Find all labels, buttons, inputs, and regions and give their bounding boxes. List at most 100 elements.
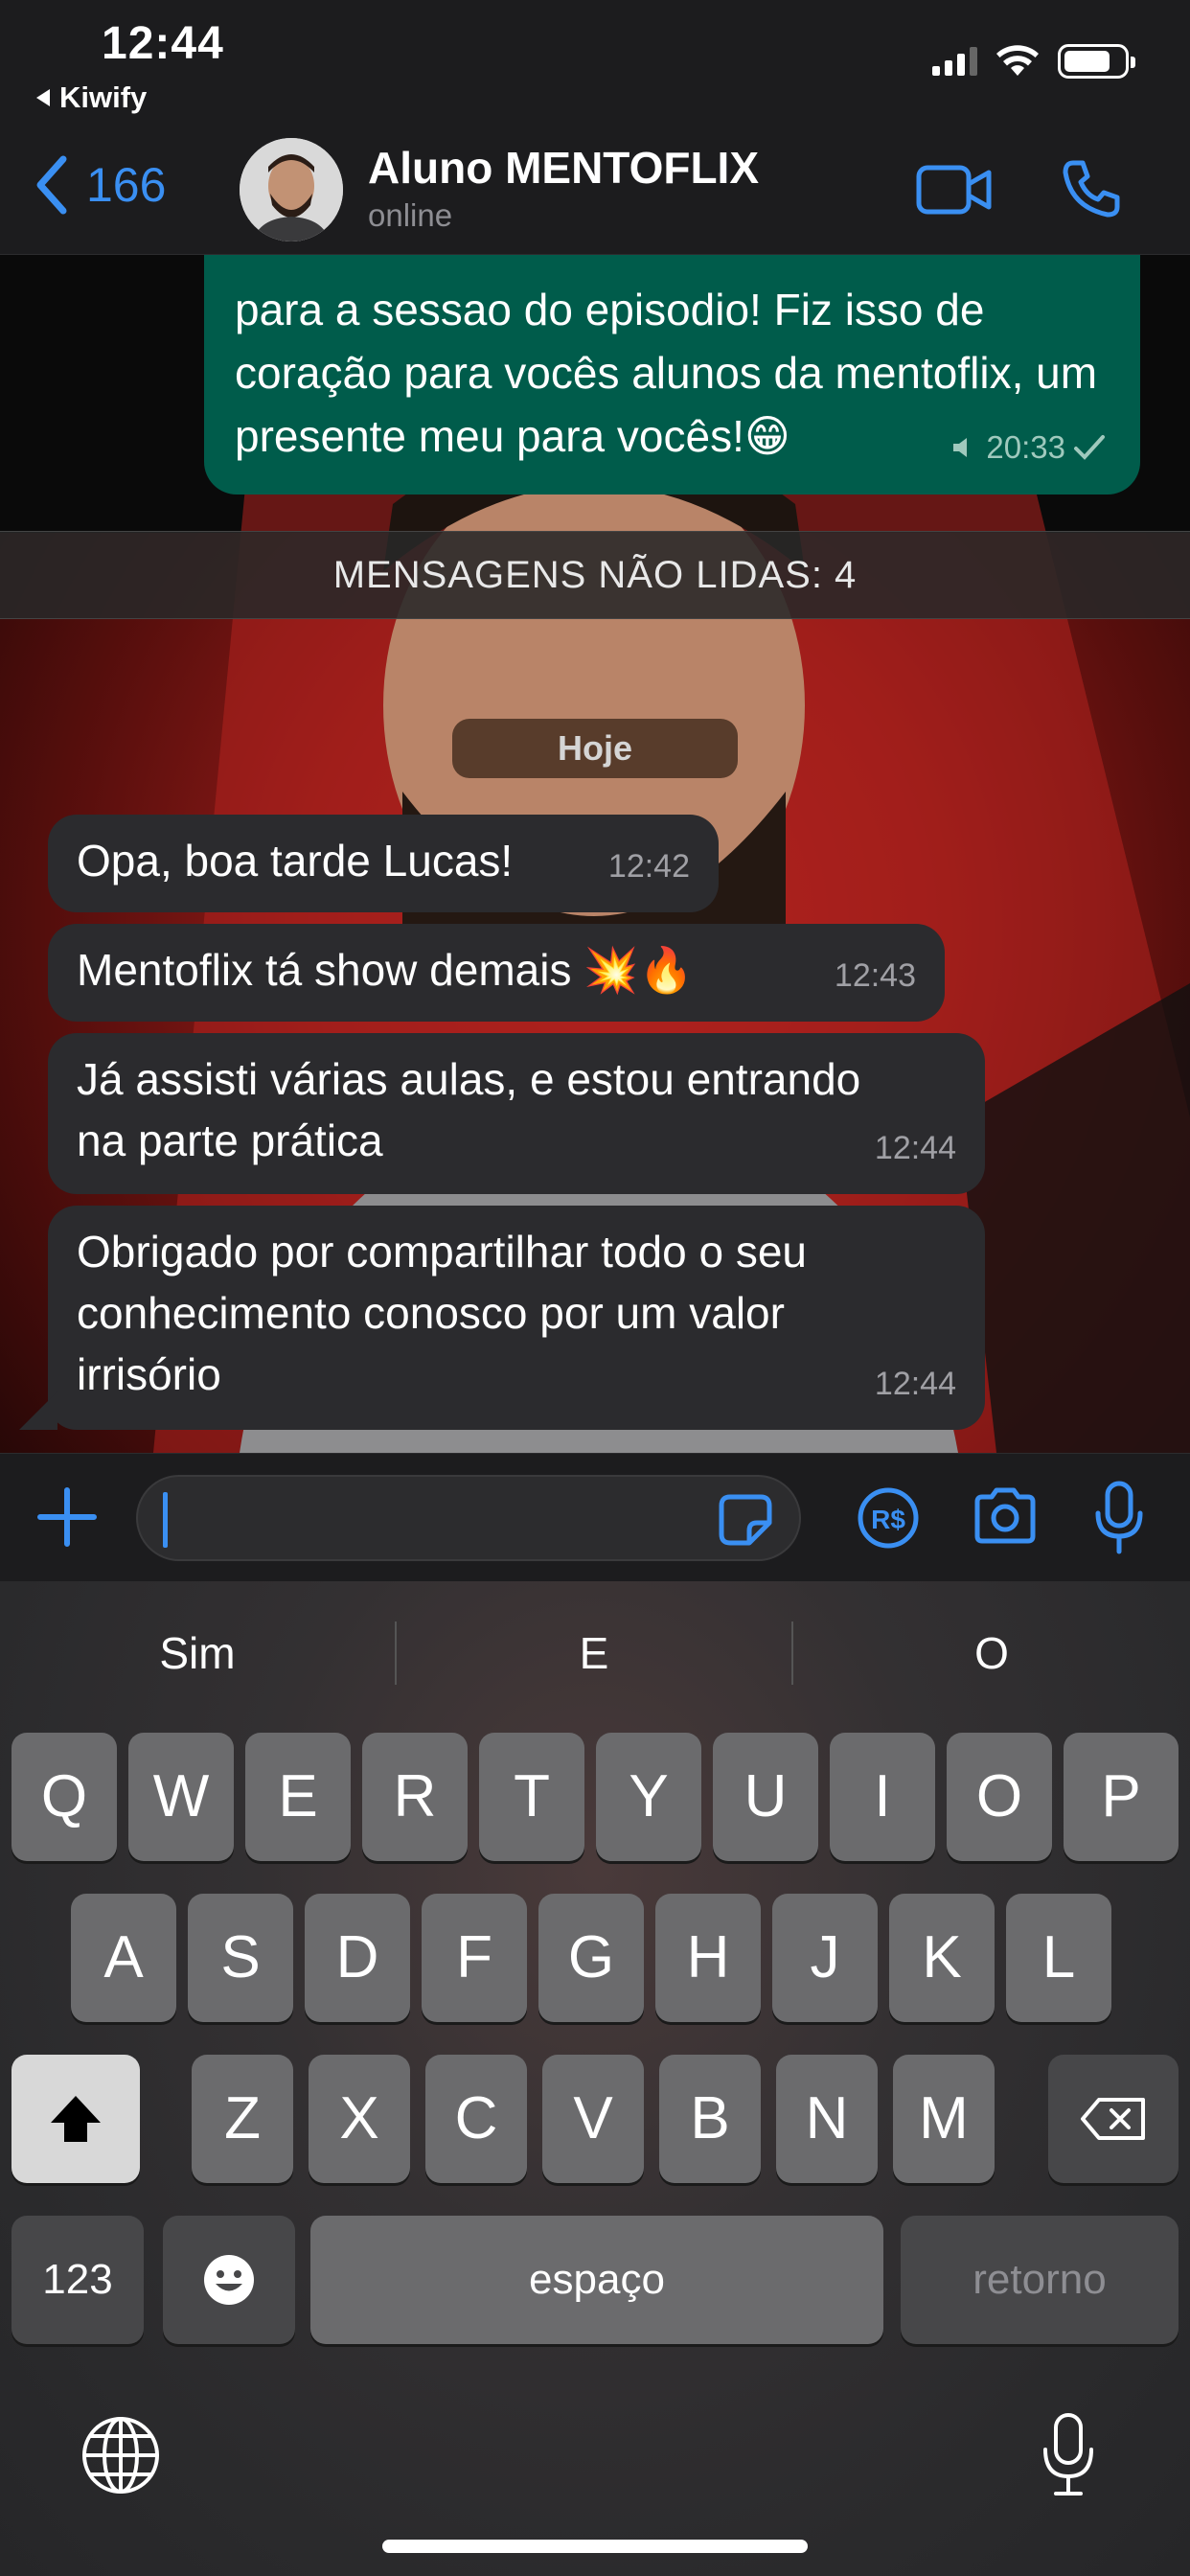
key-g[interactable]: G [538,1894,644,2022]
suggestion-bar: Sim E O [0,1581,1190,1725]
shift-arrow-icon [51,2096,101,2142]
globe-button[interactable] [80,2415,161,2500]
avatar-image [240,138,343,242]
voice-call-button[interactable] [1062,159,1121,223]
back-triangle-icon [36,89,50,106]
back-app-label: Kiwify [59,80,148,114]
incoming-message-bubble[interactable]: Já assisti várias aulas, e estou entrand… [48,1033,985,1194]
key-d[interactable]: D [305,1894,410,2022]
shift-key[interactable] [11,2055,140,2183]
video-call-button[interactable] [916,163,993,221]
key-v[interactable]: V [542,2055,644,2183]
back-to-app-link[interactable]: Kiwify [36,80,147,115]
chevron-left-icon [36,155,67,215]
wifi-icon [996,45,1039,76]
chat-header: 166 Aluno MENTOFLIX online [0,134,1190,249]
key-j[interactable]: J [772,1894,878,2022]
battery-icon [1058,44,1135,79]
key-i[interactable]: I [830,1733,935,1861]
incoming-message-time: 12:43 [834,957,916,994]
key-b[interactable]: B [659,2055,761,2183]
voice-message-button[interactable] [1092,1481,1146,1560]
suggestion-item[interactable]: Sim [0,1581,395,1725]
sent-check-icon [1074,435,1105,460]
incoming-message-time: 12:44 [874,1130,956,1166]
plus-icon [37,1487,97,1547]
back-count: 166 [86,158,167,212]
suggestion-item[interactable]: E [397,1581,791,1725]
incoming-message-bubble[interactable]: Opa, boa tarde Lucas! 12:42 [48,815,719,912]
key-l[interactable]: L [1006,1894,1111,2022]
incoming-message-bubble[interactable]: Mentoflix tá show demais 💥🔥 12:43 [48,924,945,1022]
key-k[interactable]: K [889,1894,995,2022]
phone-icon [1063,160,1120,218]
chat-area[interactable]: para a sessao do episodio! Fiz isso de c… [0,255,1190,1453]
key-o[interactable]: O [947,1733,1052,1861]
speaker-icon [953,438,968,457]
key-u[interactable]: U [713,1733,818,1861]
key-n[interactable]: N [776,2055,878,2183]
delete-key[interactable] [1048,2055,1179,2183]
outgoing-message-bubble[interactable]: para a sessao do episodio! Fiz isso de c… [204,255,1140,494]
emoji-icon [204,2255,254,2305]
return-key-label: retorno [973,2256,1107,2303]
camera-button[interactable] [972,1486,1039,1551]
key-m[interactable]: M [893,2055,995,2183]
incoming-message-text: Opa, boa tarde Lucas! [77,836,514,886]
key-h[interactable]: H [655,1894,761,2022]
incoming-message-text: Mentoflix tá show demais 💥🔥 [77,945,694,995]
contact-avatar[interactable] [240,138,343,242]
attach-button[interactable] [36,1486,98,1552]
key-p[interactable]: P [1064,1733,1179,1861]
contact-name[interactable]: Aluno MENTOFLIX [368,142,759,194]
outgoing-message-meta: 20:33 [951,416,1106,479]
key-e[interactable]: E [245,1733,351,1861]
text-cursor [163,1492,168,1548]
key-q[interactable]: Q [11,1733,117,1861]
key-x[interactable]: X [309,2055,410,2183]
key-w[interactable]: W [128,1733,234,1861]
svg-text:R$: R$ [871,1505,905,1534]
top-bar: 12:44 Kiwify 166 Aluno MENTOFLIX online [0,0,1190,255]
back-button[interactable]: 166 [34,155,166,215]
key-r[interactable]: R [362,1733,468,1861]
outgoing-message-time: 20:33 [986,429,1065,465]
video-camera-icon [916,165,992,215]
microphone-icon [1043,2413,1093,2496]
dictation-button[interactable] [1041,2411,1096,2504]
key-t[interactable]: T [479,1733,584,1861]
incoming-message-text: Já assisti várias aulas, e estou entrand… [77,1054,861,1165]
incoming-message-time: 12:42 [607,848,690,885]
microphone-icon [1095,1481,1143,1554]
incoming-message-text: Obrigado por compartilhar todo o seu con… [77,1227,807,1399]
unread-messages-banner: MENSAGENS NÃO LIDAS: 4 [0,531,1190,619]
key-a[interactable]: A [71,1894,176,2022]
sticker-icon [719,1494,772,1546]
status-icons [932,44,1135,79]
numbers-key[interactable]: 123 [11,2216,144,2344]
message-input-bar: R$ [0,1453,1190,1581]
camera-icon [974,1487,1036,1544]
contact-status: online [368,197,453,233]
keyboard: Sim E O Q W E R T Y U I O P A S D F G H … [0,1581,1190,2576]
key-c[interactable]: C [425,2055,527,2183]
incoming-message-time: 12:44 [874,1366,956,1402]
cellular-signal-icon [932,47,977,76]
key-y[interactable]: Y [596,1733,701,1861]
incoming-message-bubble[interactable]: Obrigado por compartilhar todo o seu con… [48,1206,985,1430]
suggestion-item[interactable]: O [793,1581,1190,1725]
return-key[interactable]: retorno [901,2216,1179,2344]
key-z[interactable]: Z [192,2055,293,2183]
key-s[interactable]: S [188,1894,293,2022]
space-key[interactable]: espaço [310,2216,883,2344]
payment-icon: R$ [858,1487,919,1549]
home-indicator[interactable] [382,2540,808,2553]
status-time: 12:44 [102,18,224,69]
sticker-button[interactable] [719,1494,772,1551]
key-f[interactable]: F [422,1894,527,2022]
globe-icon [82,2417,159,2494]
day-separator: Hoje [452,719,738,778]
message-input[interactable] [136,1475,801,1561]
emoji-key[interactable] [163,2216,295,2344]
payment-button[interactable]: R$ [857,1486,920,1554]
